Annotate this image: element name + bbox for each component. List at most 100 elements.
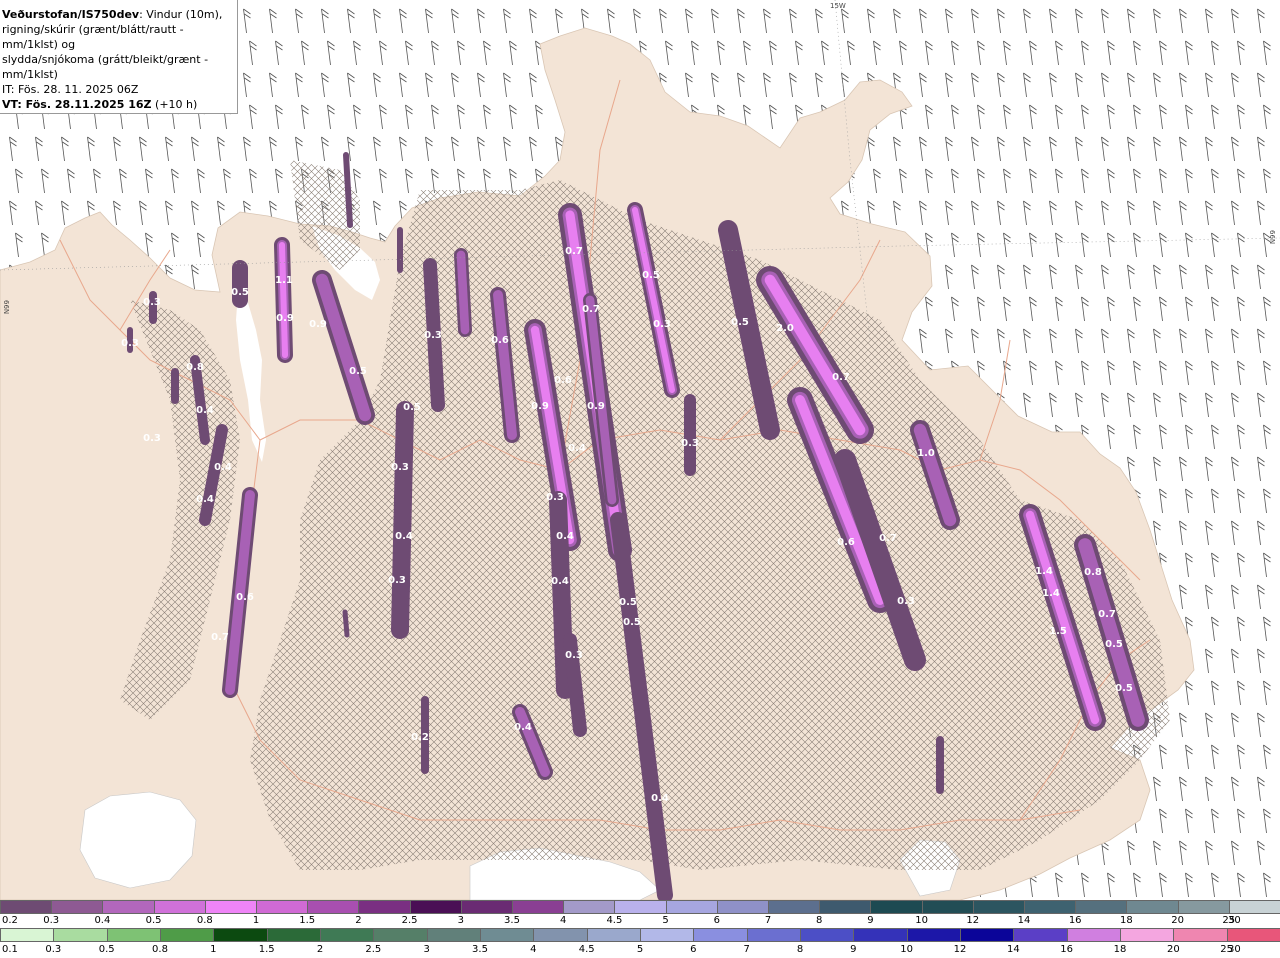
legend-label: 0.4 — [94, 915, 111, 926]
legend-swatch — [921, 900, 974, 914]
legend-snow-labels: 0.2 0.3 0.4 0.5 0.8 1 1.5 2 2.5 3 3.5 4 4.5 5 6 7 8 9 10 12… — [0, 915, 1280, 928]
precip-band — [342, 609, 350, 638]
precip-value-label: 0.4 — [196, 494, 214, 505]
precip-value-label: 1.0 — [917, 448, 935, 459]
precip-value-label: 0.3 — [388, 575, 406, 586]
precip-value-label: 1.4 — [1042, 588, 1060, 599]
legend-swatch — [665, 900, 718, 914]
precip-value-label: 0.9 — [276, 313, 294, 324]
precip-value-label: 0.3 — [681, 438, 699, 449]
precip-value-label: 1.5 — [1049, 626, 1067, 637]
legend-label: 10 — [900, 944, 914, 955]
legend-swatch — [480, 928, 535, 942]
legend-rain-colorbar — [0, 928, 1280, 944]
parallel-label-left: 66N — [2, 300, 10, 314]
legend-swatch — [768, 900, 821, 914]
precip-value-label: 0.5 — [1115, 683, 1133, 694]
precip-value-label: 1.4 — [1035, 566, 1053, 577]
legend-label: 14 — [1006, 944, 1020, 955]
legend-swatch — [800, 928, 855, 942]
legend-swatch — [1024, 900, 1077, 914]
map-desc-line2: rigning/skúrir (grænt/blátt/rautt - mm/1… — [2, 23, 184, 51]
legend-label: 0.5 — [145, 915, 162, 926]
legend-label: 3.5 — [504, 915, 520, 926]
precip-value-label: 0.5 — [403, 402, 421, 413]
precip-value-label: 0.7 — [1098, 609, 1116, 620]
precip-value-label: 0.8 — [186, 362, 204, 373]
map-title: Veðurstofan/IS750dev — [2, 8, 140, 21]
legend-swatch — [213, 928, 268, 942]
legend-snow-colorbar — [0, 900, 1280, 916]
legend-label: 4 — [530, 944, 537, 955]
legend-swatch — [204, 900, 257, 914]
legend-swatch — [1177, 900, 1230, 914]
precip-value-label: 0.4 — [395, 531, 413, 542]
legend-label: 0.3 — [43, 915, 60, 926]
parallel-label-right: 66N — [1268, 230, 1276, 244]
precip-value-label: 0.3 — [121, 338, 139, 349]
legend-label: 9 — [867, 915, 874, 926]
precip-value-label: 0.5 — [1105, 639, 1123, 650]
precip-value-label: 0.7 — [582, 304, 600, 315]
precip-value-label: 0.5 — [623, 617, 641, 628]
legend-swatch — [373, 928, 428, 942]
precip-value-label: 0.7 — [832, 372, 850, 383]
map-desc-line3: slydda/snjókoma (grátt/bleikt/grænt - mm… — [2, 53, 209, 81]
precip-value-label: 0.3 — [143, 297, 161, 308]
precip-value-label: 0.7 — [879, 533, 897, 544]
legend-label: 16 — [1068, 915, 1082, 926]
legend-swatch — [256, 900, 309, 914]
precip-value-label: 0.3 — [424, 330, 442, 341]
legend-swatch — [819, 900, 872, 914]
legend-label: 1 — [252, 915, 260, 926]
legend-swatch — [640, 928, 695, 942]
legend-label: 0.8 — [152, 944, 168, 955]
legend-label: 30 — [1228, 915, 1241, 926]
precip-value-label: 0.7 — [565, 246, 583, 257]
precip-value-label: 0.5 — [731, 317, 749, 328]
precip-band — [274, 237, 293, 363]
legend-label: 3.5 — [472, 944, 488, 955]
precip-band — [343, 152, 353, 228]
precip-value-label: 1.1 — [275, 275, 293, 286]
precip-value-label: 0.5 — [642, 270, 660, 281]
legend-swatch — [160, 928, 215, 942]
legend-swatch — [746, 928, 801, 942]
legend-label: 0.2 — [2, 915, 18, 926]
legend-swatch — [307, 900, 360, 914]
legend-swatch — [153, 900, 206, 914]
precip-value-label: 0.5 — [349, 366, 367, 377]
legend-label: 12 — [953, 944, 967, 955]
legend-swatch — [266, 928, 321, 942]
precip-value-label: 0.6 — [491, 335, 509, 346]
legend-swatch — [906, 928, 961, 942]
precip-value-label: 0.4 — [514, 722, 532, 733]
legend-swatch — [102, 900, 155, 914]
precip-band — [549, 491, 574, 699]
legend-swatch — [1013, 928, 1068, 942]
legend-label: 7 — [764, 915, 772, 926]
legend-swatch — [1066, 928, 1121, 942]
weather-map[interactable]: 0.3 0.5 1.1 0.9 0.9 0.3 0.5 0.3 0.4 0.5 0.4 0.3 0.6 0… — [0, 0, 1280, 900]
legend-label: 0.3 — [45, 944, 62, 955]
precip-value-label: 0.4 — [568, 443, 586, 454]
legend-swatch — [563, 900, 616, 914]
legend-label: 5 — [636, 944, 644, 955]
legend-swatch — [0, 900, 53, 914]
legend-swatch — [320, 928, 375, 942]
legend-swatch — [693, 928, 748, 942]
legend-swatch — [1126, 900, 1179, 914]
legend-swatch — [972, 900, 1025, 914]
legend-label: 4 — [560, 915, 567, 926]
legend-label: 0.1 — [2, 944, 18, 955]
legend-label: 2 — [316, 944, 324, 955]
legend-swatch — [586, 928, 641, 942]
precip-value-label: 0.7 — [211, 632, 229, 643]
legend-label: 2.5 — [365, 944, 382, 955]
legend-label: 20 — [1171, 915, 1184, 926]
legend-label: 5 — [662, 915, 669, 926]
precip-value-label: 0.4 — [551, 576, 569, 587]
legend-label: 2.5 — [401, 915, 418, 926]
legend-swatch — [106, 928, 161, 942]
legend-label: 1.5 — [299, 915, 316, 926]
